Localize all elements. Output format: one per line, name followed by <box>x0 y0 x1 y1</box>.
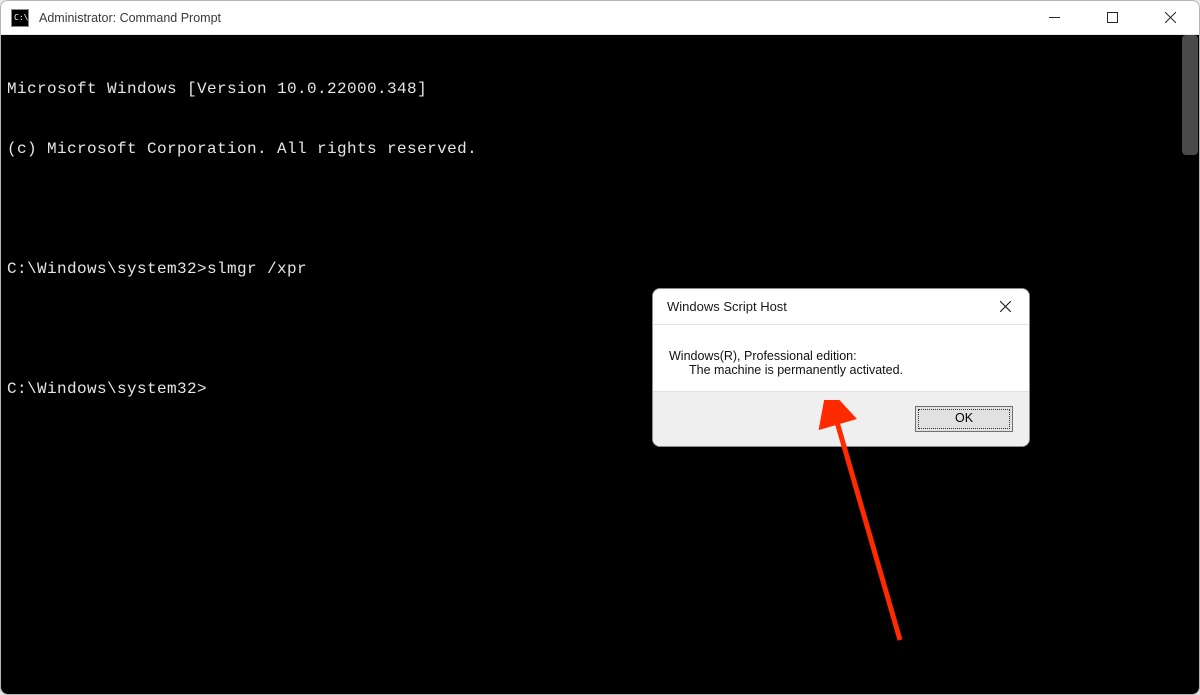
console-blank <box>7 199 1193 219</box>
cmd-icon: C:\ <box>11 9 29 27</box>
vertical-scrollbar[interactable] <box>1182 35 1198 693</box>
dialog-footer: OK <box>653 391 1029 446</box>
console-line: (c) Microsoft Corporation. All rights re… <box>7 139 1193 159</box>
titlebar[interactable]: C:\ Administrator: Command Prompt <box>1 1 1199 35</box>
ok-button[interactable]: OK <box>915 406 1013 432</box>
minimize-icon <box>1049 12 1060 23</box>
cmd-icon-text: C:\ <box>14 14 28 22</box>
dialog-titlebar[interactable]: Windows Script Host <box>653 289 1029 325</box>
scrollbar-thumb[interactable] <box>1182 35 1198 155</box>
prompt: C:\Windows\system32> <box>7 260 207 278</box>
minimize-button[interactable] <box>1025 1 1083 34</box>
close-icon <box>1000 301 1011 312</box>
prompt: C:\Windows\system32> <box>7 380 207 398</box>
close-icon <box>1165 12 1176 23</box>
dialog-message-line2: The machine is permanently activated. <box>669 363 1013 377</box>
dialog-message-line1: Windows(R), Professional edition: <box>669 349 1013 363</box>
window-title: Administrator: Command Prompt <box>39 11 1025 25</box>
dialog-close-button[interactable] <box>981 289 1029 324</box>
dialog-body: Windows(R), Professional edition: The ma… <box>653 325 1029 391</box>
dialog-title: Windows Script Host <box>667 299 787 314</box>
console-line: C:\Windows\system32>slmgr /xpr <box>7 259 1193 279</box>
close-button[interactable] <box>1141 1 1199 34</box>
command: slmgr /xpr <box>207 260 307 278</box>
console-line: Microsoft Windows [Version 10.0.22000.34… <box>7 79 1193 99</box>
maximize-button[interactable] <box>1083 1 1141 34</box>
window-controls <box>1025 1 1199 34</box>
wsh-dialog: Windows Script Host Windows(R), Professi… <box>652 288 1030 447</box>
maximize-icon <box>1107 12 1118 23</box>
